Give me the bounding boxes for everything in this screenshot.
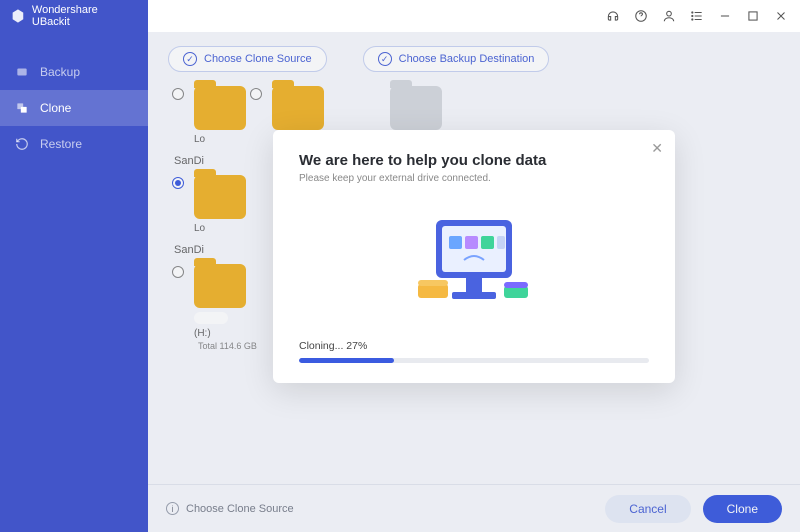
modal-title: We are here to help you clone data <box>299 152 649 169</box>
sidebar-item-restore[interactable]: Restore <box>0 126 148 162</box>
progress-label: Cloning... 27% <box>299 340 649 352</box>
progress-bar <box>299 358 649 363</box>
clone-icon <box>14 100 30 116</box>
progress-fill <box>299 358 394 363</box>
modal-illustration <box>299 202 649 322</box>
sidebar-item-backup[interactable]: Backup <box>0 54 148 90</box>
backup-icon <box>14 64 30 80</box>
modal-subtitle: Please keep your external drive connecte… <box>299 173 649 184</box>
menu-icon[interactable] <box>684 3 710 29</box>
close-icon[interactable] <box>768 3 794 29</box>
headset-icon[interactable] <box>600 3 626 29</box>
clone-progress-modal: ✕ We are here to help you clone data Ple… <box>273 130 675 383</box>
app-title: Wondershare UBackit <box>32 4 138 28</box>
sidebar-item-label: Backup <box>40 65 80 79</box>
maximize-icon[interactable] <box>740 3 766 29</box>
modal-overlay: ✕ We are here to help you clone data Ple… <box>148 32 800 532</box>
sidebar-item-label: Clone <box>40 101 71 115</box>
sidebar: Backup Clone Restore <box>0 32 148 532</box>
minimize-icon[interactable] <box>712 3 738 29</box>
sidebar-item-label: Restore <box>40 137 82 151</box>
modal-close-icon[interactable]: ✕ <box>651 140 663 157</box>
sidebar-item-clone[interactable]: Clone <box>0 90 148 126</box>
help-icon[interactable] <box>628 3 654 29</box>
titlebar: Wondershare UBackit <box>0 0 800 32</box>
titlebar-actions <box>600 3 794 29</box>
app-logo-icon <box>10 8 26 24</box>
titlebar-brand: Wondershare UBackit <box>0 0 148 32</box>
user-icon[interactable] <box>656 3 682 29</box>
restore-icon <box>14 136 30 152</box>
content: Choose Clone Source Choose Backup Destin… <box>148 32 800 532</box>
